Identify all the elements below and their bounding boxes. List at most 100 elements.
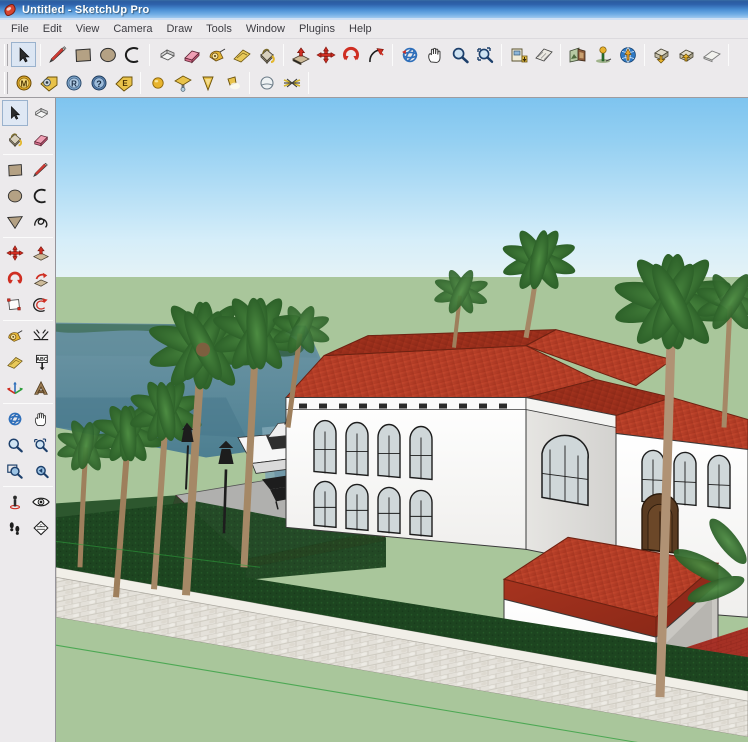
tool-eraser[interactable] [179,42,204,67]
palette-group-drawing [2,157,54,235]
palette-tool-arc[interactable] [28,183,54,209]
menu-window[interactable]: Window [239,21,292,38]
villa-main-block [284,329,674,568]
tool-section-plane[interactable] [531,42,556,67]
villa-3d-model [56,230,748,742]
palette-tool-3d-text[interactable] [28,375,54,401]
menu-file[interactable]: File [4,21,36,38]
palette-group-principal [2,100,54,152]
model-viewport[interactable] [56,98,748,742]
palette-separator [3,320,53,321]
plugin-render-camera[interactable] [36,71,61,96]
tool-shadows[interactable] [590,42,615,67]
menu-tools[interactable]: Tools [199,21,239,38]
sketchup-logo-icon [2,2,18,18]
palette-tool-position-camera[interactable] [2,489,28,515]
palette-tool-rotate[interactable] [2,266,28,292]
toolbar-grip[interactable] [4,72,8,94]
tool-paint-bucket[interactable] [254,42,279,67]
palette-tool-zoom-extents[interactable] [28,432,54,458]
tool-tape-measure[interactable] [204,42,229,67]
tool-line[interactable] [45,42,70,67]
svg-text:?: ? [96,79,102,89]
palette-separator [3,237,53,238]
tool-make-component[interactable] [154,42,179,67]
palette-tool-axes[interactable] [2,375,28,401]
tool-rectangle[interactable] [70,42,95,67]
palette-tool-previous-view[interactable] [28,458,54,484]
palette-tool-circle[interactable] [2,183,28,209]
palette-tool-push-pull[interactable] [28,240,54,266]
tool-orbit[interactable] [397,42,422,67]
toolbar-separator [560,43,561,66]
main-area: ABC C [0,97,748,742]
menu-edit[interactable]: Edit [36,21,69,38]
plugin-area-light[interactable] [170,71,195,96]
toolbar-separator [149,43,150,66]
tool-add-scene[interactable] [506,42,531,67]
tool-zoom-extents[interactable] [472,42,497,67]
palette-tool-follow-me[interactable] [28,266,54,292]
palette-tool-scale[interactable] [2,292,28,318]
tool-add-location[interactable] [615,42,640,67]
menu-plugins[interactable]: Plugins [292,21,342,38]
toolbar-separator [644,43,645,66]
menu-view[interactable]: View [69,21,107,38]
palette-tool-dimension[interactable] [28,323,54,349]
palette-tool-select[interactable] [2,100,28,126]
toolbar-separator [249,72,250,94]
plugin-ies-light[interactable] [220,71,245,96]
palette-tool-pan[interactable] [28,406,54,432]
tool-follow-me[interactable] [363,42,388,67]
palette-tool-offset[interactable] [28,292,54,318]
plugin-caustics[interactable] [279,71,304,96]
menu-help[interactable]: Help [342,21,379,38]
tool-select[interactable] [11,42,36,67]
plugin-materials[interactable]: M [11,71,36,96]
toolbar-grip[interactable] [4,43,8,66]
tool-push-pull[interactable] [288,42,313,67]
svg-text:E: E [122,79,128,88]
palette-tool-line[interactable] [28,157,54,183]
toolbar-plugins: M R ? E [0,69,748,97]
palette-tool-walk[interactable] [2,515,28,541]
menu-camera[interactable]: Camera [106,21,159,38]
palette-tool-polygon[interactable] [2,209,28,235]
tool-zoom[interactable] [447,42,472,67]
tool-move[interactable] [313,42,338,67]
tool-arc[interactable] [120,42,145,67]
tool-protractor[interactable] [229,42,254,67]
palette-tool-tape-measure[interactable] [2,323,28,349]
palette-tool-section-plane[interactable]: C [28,515,54,541]
palette-tool-text[interactable]: ABC [28,349,54,375]
palette-tool-look-around[interactable] [28,489,54,515]
palette-tool-orbit[interactable] [2,406,28,432]
palette-tool-protractor[interactable] [2,349,28,375]
tool-get-models[interactable] [649,42,674,67]
palette-tool-freehand[interactable] [28,209,54,235]
palette-tool-paint-bucket[interactable] [2,126,28,152]
plugin-render[interactable]: R [61,71,86,96]
menu-draw[interactable]: Draw [159,21,199,38]
plugin-emitter[interactable]: E [111,71,136,96]
tool-share-model[interactable] [674,42,699,67]
tool-pan[interactable] [422,42,447,67]
palette-separator [3,403,53,404]
palette-tool-move[interactable] [2,240,28,266]
palette-tool-rectangle[interactable] [2,157,28,183]
tool-circle[interactable] [95,42,120,67]
tool-photo-match[interactable] [565,42,590,67]
svg-text:C: C [40,523,43,528]
palette-tool-eraser[interactable] [28,126,54,152]
svg-text:ABC: ABC [36,357,48,363]
palette-tool-make-component[interactable] [28,100,54,126]
palette-tool-zoom-window[interactable] [2,458,28,484]
tool-layers[interactable] [699,42,724,67]
palette-tool-zoom[interactable] [2,432,28,458]
tool-rotate[interactable] [338,42,363,67]
plugin-spot-light[interactable] [195,71,220,96]
plugin-dome-light[interactable] [254,71,279,96]
plugin-help[interactable]: ? [86,71,111,96]
toolbar-area: M R ? E [0,39,748,97]
plugin-point-light[interactable] [145,71,170,96]
